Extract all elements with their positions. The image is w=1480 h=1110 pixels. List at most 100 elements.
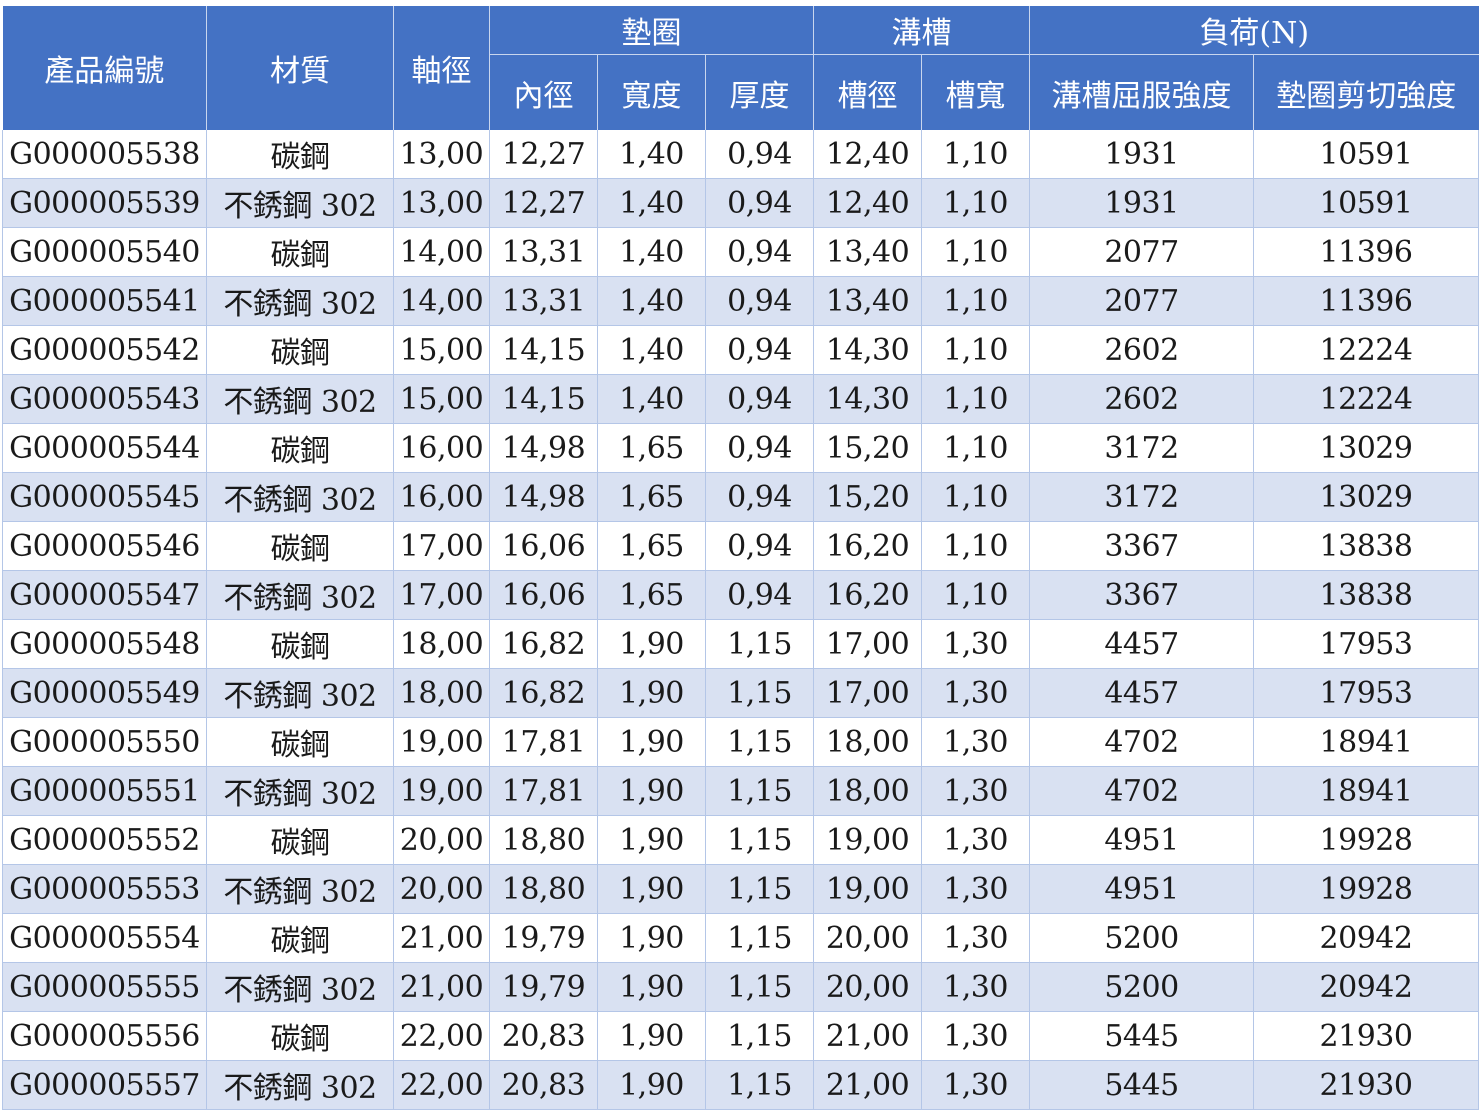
- cell-product-no: G000005540: [2, 227, 207, 277]
- cell-width: 1,90: [597, 815, 706, 865]
- cell-thickness: 0,94: [704, 521, 814, 571]
- cell-thickness: 1,15: [704, 815, 814, 865]
- cell-groove-width: 1,10: [921, 423, 1030, 473]
- cell-shaft-dia: 17,00: [393, 570, 490, 620]
- cell-groove-dia: 18,00: [813, 766, 922, 816]
- cell-shaft-dia: 21,00: [393, 962, 490, 1012]
- cell-inner-dia: 12,27: [489, 178, 598, 228]
- cell-thickness: 0,94: [704, 276, 814, 326]
- cell-material: 碳鋼: [206, 619, 394, 669]
- table-row: G000005548 碳鋼 18,00 16,82 1,90 1,15 17,00 1,30 4…: [2, 619, 1480, 669]
- cell-groove-width: 1,30: [921, 717, 1030, 767]
- cell-inner-dia: 17,81: [489, 717, 598, 767]
- cell-groove-yield: 5445: [1029, 1011, 1254, 1061]
- cell-groove-yield: 2077: [1029, 227, 1254, 277]
- header-width: 寬度: [597, 54, 706, 130]
- cell-groove-dia: 17,00: [813, 619, 922, 669]
- cell-product-no: G000005556: [2, 1011, 207, 1061]
- cell-groove-width: 1,30: [921, 766, 1030, 816]
- spec-table-container: 產品編號 材質 軸徑 墊圈 溝槽 負荷(N) 內徑 寬度 厚度 槽徑 槽寬 溝槽…: [0, 0, 1480, 1110]
- cell-groove-width: 1,30: [921, 1060, 1030, 1110]
- cell-product-no: G000005548: [2, 619, 207, 669]
- cell-washer-shear: 18941: [1253, 766, 1480, 816]
- cell-inner-dia: 16,06: [489, 521, 598, 571]
- cell-product-no: G000005554: [2, 913, 207, 963]
- cell-width: 1,40: [597, 227, 706, 277]
- table-row: G000005556 碳鋼 22,00 20,83 1,90 1,15 21,00 1,30 5…: [2, 1011, 1480, 1061]
- cell-washer-shear: 10591: [1253, 130, 1480, 179]
- cell-groove-dia: 19,00: [813, 815, 922, 865]
- cell-thickness: 1,15: [704, 717, 814, 767]
- cell-product-no: G000005550: [2, 717, 207, 767]
- cell-shaft-dia: 16,00: [393, 423, 490, 473]
- cell-width: 1,90: [597, 619, 706, 669]
- cell-groove-yield: 4702: [1029, 766, 1254, 816]
- cell-material: 碳鋼: [206, 815, 394, 865]
- cell-shaft-dia: 13,00: [393, 130, 490, 179]
- cell-material: 碳鋼: [206, 423, 394, 473]
- header-groove-yield: 溝槽屈服強度: [1029, 54, 1254, 130]
- cell-product-no: G000005542: [2, 325, 207, 375]
- cell-product-no: G000005545: [2, 472, 207, 522]
- cell-groove-dia: 21,00: [813, 1060, 922, 1110]
- cell-width: 1,90: [597, 864, 706, 914]
- header-material: 材質: [206, 6, 394, 130]
- table-row: G000005538 碳鋼 13,00 12,27 1,40 0,94 12,40 1,10 1…: [2, 130, 1480, 179]
- cell-shaft-dia: 19,00: [393, 717, 490, 767]
- cell-groove-dia: 13,40: [813, 227, 922, 277]
- header-groove-dia: 槽徑: [813, 54, 922, 130]
- cell-groove-width: 1,10: [921, 325, 1030, 375]
- cell-groove-width: 1,30: [921, 913, 1030, 963]
- header-washer-group: 墊圈: [488, 6, 814, 55]
- cell-washer-shear: 11396: [1253, 227, 1480, 277]
- cell-shaft-dia: 22,00: [393, 1011, 490, 1061]
- cell-width: 1,90: [597, 717, 706, 767]
- table-row: G000005557 不銹鋼 302 22,00 20,83 1,90 1,15 21,00…: [2, 1060, 1480, 1110]
- cell-groove-width: 1,10: [921, 521, 1030, 571]
- cell-thickness: 0,94: [704, 178, 814, 228]
- cell-width: 1,40: [597, 276, 706, 326]
- cell-groove-dia: 21,00: [813, 1011, 922, 1061]
- cell-width: 1,65: [597, 521, 706, 571]
- cell-shaft-dia: 19,00: [393, 766, 490, 816]
- cell-groove-dia: 13,40: [813, 276, 922, 326]
- cell-groove-yield: 5445: [1029, 1060, 1254, 1110]
- cell-groove-dia: 14,30: [813, 325, 922, 375]
- cell-groove-width: 1,10: [921, 130, 1030, 179]
- cell-washer-shear: 19928: [1253, 815, 1480, 865]
- table-row: G000005540 碳鋼 14,00 13,31 1,40 0,94 13,40 1,10 2…: [2, 227, 1480, 277]
- table-row: G000005554 碳鋼 21,00 19,79 1,90 1,15 20,00 1,30 5…: [2, 913, 1480, 963]
- cell-shaft-dia: 22,00: [393, 1060, 490, 1110]
- cell-inner-dia: 16,82: [489, 619, 598, 669]
- cell-material: 不銹鋼 302: [206, 472, 394, 522]
- cell-inner-dia: 14,15: [489, 325, 598, 375]
- cell-product-no: G000005539: [2, 178, 207, 228]
- cell-material: 不銹鋼 302: [206, 668, 394, 718]
- cell-width: 1,90: [597, 913, 706, 963]
- cell-groove-dia: 16,20: [813, 521, 922, 571]
- cell-washer-shear: 13838: [1253, 570, 1480, 620]
- cell-groove-width: 1,30: [921, 1011, 1030, 1061]
- cell-material: 碳鋼: [206, 521, 394, 571]
- table-row: G000005542 碳鋼 15,00 14,15 1,40 0,94 14,30 1,10 2…: [2, 325, 1480, 375]
- cell-width: 1,65: [597, 472, 706, 522]
- cell-groove-dia: 19,00: [813, 864, 922, 914]
- table-row: G000005552 碳鋼 20,00 18,80 1,90 1,15 19,00 1,30 4…: [2, 815, 1480, 865]
- header-inner-dia: 內徑: [489, 54, 598, 130]
- cell-product-no: G000005544: [2, 423, 207, 473]
- header-groove-group: 溝槽: [813, 6, 1030, 55]
- cell-thickness: 0,94: [704, 423, 814, 473]
- cell-inner-dia: 19,79: [489, 913, 598, 963]
- cell-width: 1,65: [597, 570, 706, 620]
- cell-groove-width: 1,30: [921, 668, 1030, 718]
- cell-shaft-dia: 14,00: [393, 276, 490, 326]
- cell-thickness: 1,15: [704, 1011, 814, 1061]
- cell-washer-shear: 17953: [1253, 668, 1480, 718]
- cell-groove-yield: 5200: [1029, 913, 1254, 963]
- cell-groove-dia: 18,00: [813, 717, 922, 767]
- header-washer-shear: 墊圈剪切強度: [1253, 54, 1479, 130]
- cell-shaft-dia: 20,00: [393, 864, 490, 914]
- cell-material: 不銹鋼 302: [206, 178, 394, 228]
- cell-width: 1,40: [597, 374, 706, 424]
- table-row: G000005541 不銹鋼 302 14,00 13,31 1,40 0,94 13,40…: [2, 276, 1480, 326]
